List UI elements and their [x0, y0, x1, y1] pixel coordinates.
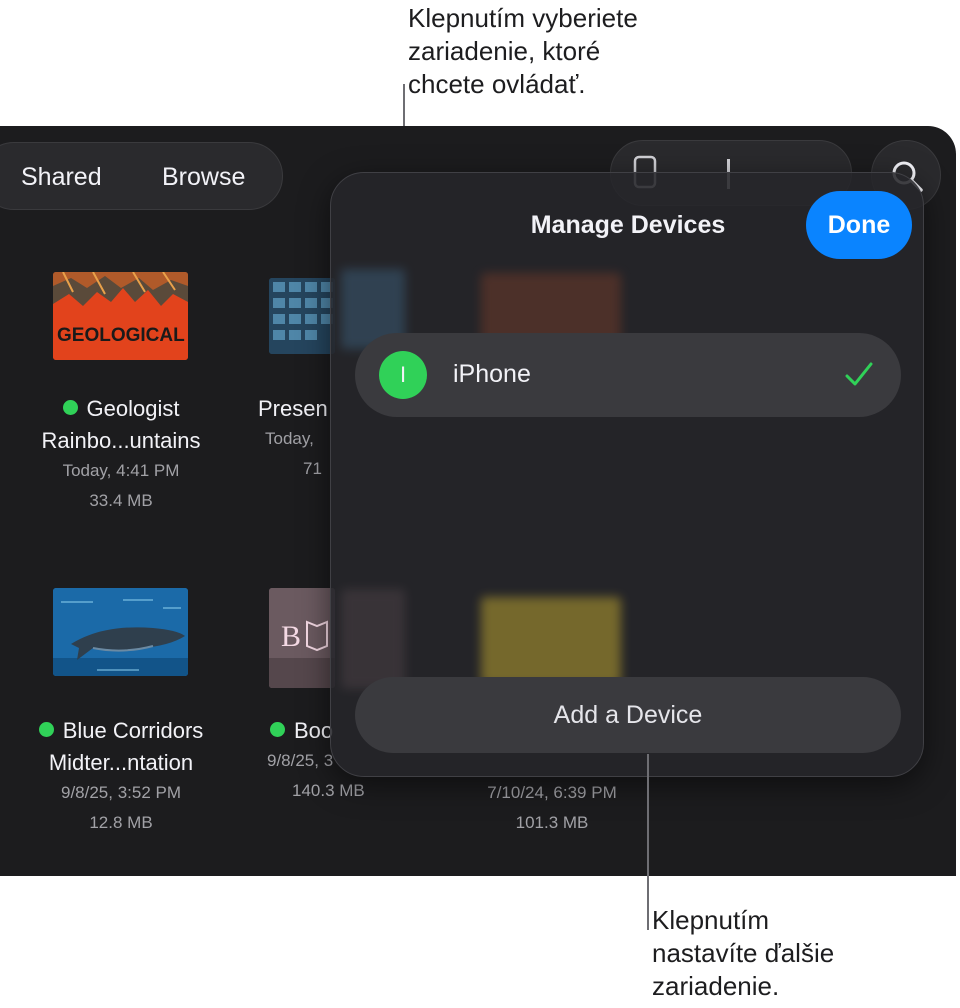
thumbnail-title-text: B: [281, 620, 301, 653]
file-thumbnail[interactable]: GEOLOGICAL OVERVIEW: [53, 272, 188, 360]
thumbnail-title-text: GEOLOGICAL OVERVIEW: [57, 325, 188, 346]
synced-dot-icon: [270, 722, 285, 737]
add-device-button[interactable]: Add a Device: [355, 677, 901, 753]
checkmark-icon: [845, 362, 873, 386]
callout-leader-line: [647, 754, 649, 930]
synced-dot-icon: [38, 722, 54, 737]
file-name: Blue Corridors: [1, 715, 241, 747]
file-date: 9/8/25, 3: [267, 751, 334, 770]
file-name-line-2: Midter...ntation: [48, 750, 194, 775]
callout-line: Klepnutím vyberiete: [408, 3, 638, 33]
file-name-line-2: Rainbo...untains: [41, 428, 201, 453]
file-date: Today, 4:41 PM: [62, 461, 180, 480]
device-name: iPhone: [453, 360, 531, 388]
file-thumbnail[interactable]: [269, 278, 335, 354]
callout-line: zariadenie, ktoré: [408, 36, 601, 66]
file-size: 12.8 MB: [89, 813, 153, 832]
file-date: 7/10/24, 6:39 PM: [487, 783, 617, 802]
book-thumbnail-art: B: [269, 588, 335, 688]
file-size: 33.4 MB: [89, 491, 153, 510]
callout-line: chcete ovládať.: [408, 69, 586, 99]
file-date: 9/8/25, 3:52 PM: [60, 783, 182, 802]
segment-browse[interactable]: Browse: [162, 163, 245, 192]
whale-thumbnail-art: [53, 588, 188, 676]
file-thumbnail[interactable]: B: [269, 588, 335, 688]
callout-line: zariadenie.: [652, 971, 780, 1001]
callout-select-device: Klepnutím vyberiete zariadenie, ktoré ch…: [408, 2, 748, 101]
callout-line: nastavíte ďalšie: [652, 938, 835, 968]
callout-line: Klepnutím: [652, 905, 770, 935]
done-button[interactable]: Done: [806, 191, 912, 259]
file-date: Today,: [265, 429, 314, 448]
segment-shared[interactable]: Shared: [21, 163, 102, 192]
device-row-iphone[interactable]: I iPhone: [355, 333, 901, 417]
file-thumbnail[interactable]: [53, 588, 188, 676]
app-screen: Shared Browse GEOLOGICAL OVERVIEW Geolog…: [0, 126, 956, 876]
file-size: 140.3 MB: [292, 781, 365, 800]
file-name: Geologist: [1, 393, 241, 425]
synced-dot-icon: [62, 400, 78, 415]
building-thumbnail-art: [269, 278, 335, 354]
manage-devices-panel: Manage Devices Done I iPhone Add a Devic…: [330, 172, 924, 777]
file-size: 101.3 MB: [515, 813, 589, 832]
geology-thumbnail-art: GEOLOGICAL OVERVIEW: [53, 272, 188, 360]
device-avatar: I: [379, 351, 427, 399]
segmented-control: Shared Browse: [0, 142, 283, 210]
callout-add-device: Klepnutím nastavíte ďalšie zariadenie.: [652, 904, 952, 1003]
file-name: Presen: [258, 396, 328, 421]
